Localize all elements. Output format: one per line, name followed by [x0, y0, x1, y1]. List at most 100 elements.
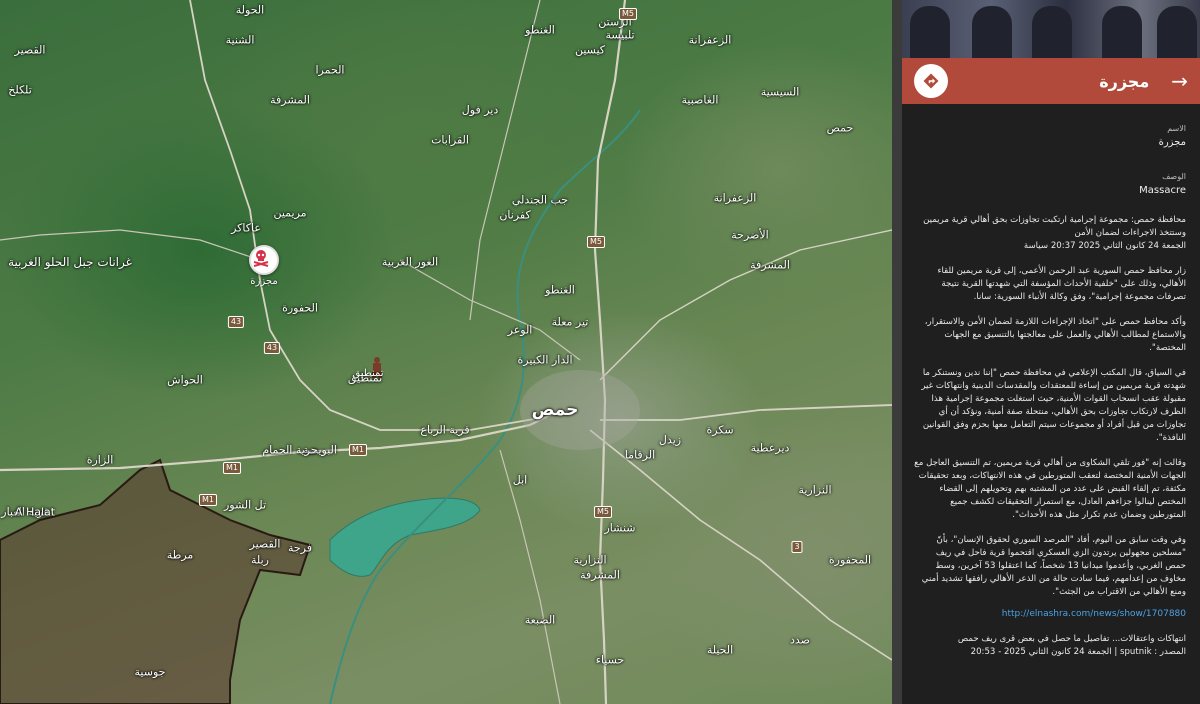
map-place-label: تير معلة [551, 315, 589, 329]
map-place-label: دير فول [461, 103, 499, 117]
massacre-marker-label: مجزرة [250, 276, 278, 287]
description-paragraph: محافظة حمص: مجموعة إجرامية ارتكبت تجاوزا… [923, 215, 1186, 251]
info-panel: مجزرة → الاسم مجزرة الوصف Massacre محافظ… [902, 0, 1200, 704]
road-shield: M1 [349, 444, 367, 456]
back-arrow-icon[interactable]: → [1171, 69, 1188, 93]
road-shield: 43 [263, 342, 281, 354]
map-place-label: مرطة [166, 548, 194, 562]
directions-button[interactable] [914, 64, 948, 98]
source-link[interactable]: http://elnashra.com/news/show/1707880 [914, 609, 1186, 619]
road-se [589, 429, 892, 661]
map-place-label: السيسية [760, 85, 800, 99]
map-place-label: زيدل [658, 433, 682, 447]
map-place-label: ربلة [251, 553, 269, 567]
panel-divider[interactable] [892, 0, 902, 704]
map-place-label: الزعفرانة [713, 191, 757, 205]
description-paragraph: زار محافظ حمص السورية عبد الرحمن الأعمى،… [937, 266, 1186, 302]
map-place-label: كيسين [574, 43, 606, 57]
road-east [600, 404, 892, 421]
road-shield: 3 [791, 541, 803, 553]
map-place-label: الحمرا [315, 63, 345, 77]
map-place-label: A Halat [14, 505, 56, 519]
map-place-label: تلكلخ [8, 83, 32, 97]
name-field-label: الاسم [1167, 124, 1186, 133]
map-place-label: الشنية [225, 33, 255, 47]
road-shield: M1 [199, 494, 217, 506]
name-field-value: مجزرة [1158, 137, 1186, 148]
description-paragraph: في السياق، قال المكتب الإعلامي في محافظة… [921, 368, 1186, 443]
map-place-label: الغنطو [545, 283, 575, 297]
map-place-label: تل الشور [223, 498, 267, 512]
satellite-map[interactable]: حمص القصير تلكلخ الرستن تلبيسة الغنطو كيسين الز… [0, 0, 892, 704]
road-shield: M5 [587, 236, 605, 248]
map-place-label: فرجة [287, 541, 313, 555]
event-photo [902, 0, 1200, 58]
map-place-label: ديرعطية [750, 441, 790, 455]
road-43 [189, 0, 541, 431]
description-field-value: Massacre [1139, 185, 1186, 196]
map-place-label: القصير [14, 43, 46, 57]
lake-qattinah [329, 497, 481, 577]
road-ring [399, 259, 581, 361]
map-place-label: الرقاما [624, 448, 656, 462]
map-place-label: حمص [826, 121, 854, 135]
description-paragraph: وفي وقت سابق من اليوم، أفاد "المرصد السو… [921, 535, 1186, 597]
road-shield: 43 [227, 316, 245, 328]
description-paragraph: وأكد محافظ حمص على "اتخاذ الإجراءات اللا… [924, 317, 1186, 353]
map-place-label: جب الجندلي [511, 193, 569, 207]
road-south [499, 449, 561, 704]
map-place-label: كفرنان [499, 208, 531, 222]
map-place-label: الحواش [167, 373, 203, 387]
map-place-label: الضبعة [524, 613, 556, 627]
directions-icon [923, 73, 939, 89]
massacre-marker[interactable] [249, 245, 279, 275]
map-place-label: جوسية [134, 665, 166, 679]
road-shield: M5 [619, 8, 637, 20]
map-place-label: الغنطو [525, 23, 555, 37]
map-place-label: الأضرحة [731, 228, 769, 242]
map-place-label: الزارة [86, 453, 114, 467]
panel-header: مجزرة → [902, 58, 1200, 104]
map-place-label: صدد [789, 633, 811, 647]
road-m5 [593, 0, 627, 704]
map-place-label: قرية الرباع [420, 423, 470, 437]
map-place-label: الحولة [235, 3, 265, 17]
map-place-label: حسياء [595, 653, 625, 667]
map-place-label: الغور الغربية [381, 255, 439, 269]
soldier-marker-label: تمنطيق [352, 368, 384, 379]
road-m1 [0, 409, 561, 472]
map-place-label: ابل [512, 473, 528, 487]
road-ne [599, 229, 892, 381]
map-place-label: المشرفة [750, 258, 790, 272]
map-place-label: القصير [249, 537, 281, 551]
map-place-label: حرية الحمام [262, 443, 318, 457]
panel-title: مجزرة [1099, 71, 1150, 91]
map-place-label: تلبيسة [605, 28, 635, 42]
map-place-label: الحفورة [282, 301, 318, 315]
map-place-label: عاكاكر [231, 221, 261, 235]
map-overlay [0, 0, 892, 704]
road-nw [469, 0, 541, 321]
map-place-label: مريمين [273, 206, 307, 220]
panel-content: الاسم مجزرة الوصف Massacre محافظة حمص: م… [902, 104, 1200, 659]
map-place-label: الغاصبية [681, 93, 719, 107]
map-place-label: القرابات [431, 133, 469, 147]
map-place-label: الدار الكبيرة [517, 353, 573, 367]
footer-text: انتهاكات واعتقالات... تفاصيل ما حصل في ب… [957, 634, 1186, 657]
map-place-label: النزارية [573, 553, 607, 567]
map-place-label: الحيلة [706, 643, 734, 657]
road-shield: M1 [223, 462, 241, 474]
map-place-label: المحفورة [828, 553, 872, 567]
description-field-label: الوصف [1162, 172, 1186, 181]
map-place-label: حمص [531, 400, 579, 420]
map-place-label: المشرفة [580, 568, 620, 582]
map-place-label: النزارية [798, 483, 832, 497]
road-shield: M5 [594, 506, 612, 518]
map-place-label: المشرفة [270, 93, 310, 107]
skull-crossbones-icon [253, 250, 269, 267]
map-place-label: الوعر [507, 323, 533, 337]
map-place-label: الزعفرانة [688, 33, 732, 47]
description-paragraph: وقالت إنه "فور تلقي الشكاوى من أهالي قري… [914, 458, 1186, 520]
map-place-label: شنشار [604, 521, 636, 535]
map-place-label: غرانات جبل الحلو الغربية [8, 255, 132, 269]
